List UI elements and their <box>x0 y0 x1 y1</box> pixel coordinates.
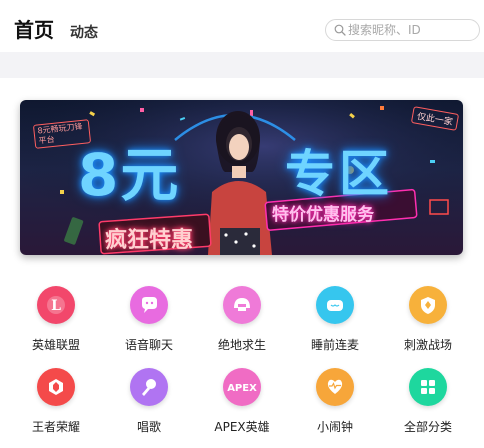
category-label: 英雄联盟 <box>31 338 80 352</box>
apex-icon: APEX <box>223 368 261 406</box>
category-item-sleep-call[interactable]: 睡前连麦 <box>295 286 375 353</box>
microphone-icon <box>130 368 168 406</box>
category-item-pubg[interactable]: 绝地求生 <box>202 286 282 353</box>
helmet-icon <box>223 286 261 324</box>
category-label: 小闹钟 <box>316 420 353 434</box>
league-of-legends-icon: L <box>37 286 75 324</box>
category-label: 睡前连麦 <box>310 338 359 352</box>
category-item-alarm[interactable]: 小闹钟 <box>295 368 375 435</box>
tab-dynamic[interactable]: 动态 <box>70 22 98 42</box>
shield-icon <box>409 286 447 324</box>
pillow-icon <box>316 286 354 324</box>
category-item-singing[interactable]: 唱歌 <box>109 368 189 435</box>
main-content: 8元畅玩刀锋平台 仅此一家 8元 专区 疯狂特惠 特价优惠服务 L 英雄联盟 语… <box>0 78 484 448</box>
category-label: 全部分类 <box>403 420 452 434</box>
search-box[interactable] <box>325 19 480 41</box>
grid-icon <box>409 368 447 406</box>
honor-of-kings-icon <box>37 368 75 406</box>
promo-banner[interactable]: 8元畅玩刀锋平台 仅此一家 8元 专区 疯狂特惠 特价优惠服务 <box>20 100 463 255</box>
category-item-lol[interactable]: L 英雄联盟 <box>16 286 96 353</box>
category-label: 王者荣耀 <box>31 420 80 434</box>
category-label: 绝地求生 <box>217 338 266 352</box>
category-label: 语音聊天 <box>124 338 173 352</box>
category-label: 唱歌 <box>136 420 161 434</box>
heartbeat-clock-icon <box>316 368 354 406</box>
search-input[interactable] <box>348 22 473 38</box>
category-item-battlefield[interactable]: 刺激战场 <box>388 286 468 353</box>
search-icon <box>334 24 346 36</box>
chat-bubble-icon <box>130 286 168 324</box>
svg-text:L: L <box>51 298 61 314</box>
category-label: 刺激战场 <box>403 338 452 352</box>
category-label: APEX英雄 <box>214 420 270 434</box>
svg-text:APEX: APEX <box>227 383 257 394</box>
top-bar: 首页 动态 <box>0 0 484 52</box>
category-item-voice-chat[interactable]: 语音聊天 <box>109 286 189 353</box>
tab-home[interactable]: 首页 <box>14 14 54 43</box>
banner-slogan-right: 特价优惠服务 <box>272 205 374 225</box>
category-item-all[interactable]: 全部分类 <box>388 368 468 435</box>
category-item-apex[interactable]: APEX APEX英雄 <box>202 368 282 435</box>
banner-headline-right: 专区 <box>285 145 393 203</box>
banner-headline-left: 8元 <box>78 141 181 209</box>
category-item-honor-of-kings[interactable]: 王者荣耀 <box>16 368 96 435</box>
banner-slogan-left: 疯狂特惠 <box>105 228 194 253</box>
